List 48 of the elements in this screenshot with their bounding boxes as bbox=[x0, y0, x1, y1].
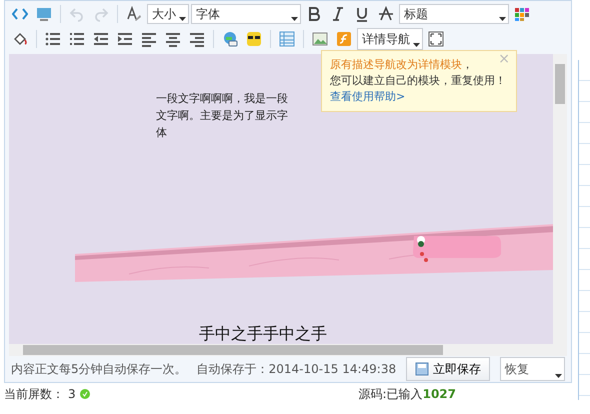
align-right-icon bbox=[189, 30, 205, 46]
help-link[interactable]: 查看使用帮助> bbox=[330, 90, 406, 103]
indent-icon bbox=[117, 30, 133, 46]
tooltip-text: 您可以建立自己的模块，重复使用！ bbox=[330, 73, 507, 89]
caret-icon bbox=[499, 16, 506, 20]
restore-select[interactable]: 恢复 bbox=[500, 357, 565, 381]
autosave-time: 自动保存于：2014-10-15 14:49:38 bbox=[196, 361, 396, 378]
bullet-list-icon bbox=[45, 30, 61, 46]
align-left-icon bbox=[141, 30, 157, 46]
sunglasses-face-icon bbox=[246, 30, 262, 46]
strikethrough-icon bbox=[378, 6, 394, 22]
dropdown-select[interactable]: 大小 bbox=[147, 4, 189, 24]
caret-icon bbox=[291, 16, 298, 20]
align-center-icon bbox=[165, 30, 181, 46]
underline-icon bbox=[354, 6, 370, 22]
caret-icon bbox=[555, 374, 562, 378]
autosave-note: 内容正文每5分钟自动保存一次。 bbox=[11, 361, 187, 378]
source-count: 1027 bbox=[422, 386, 456, 403]
code-icon bbox=[12, 6, 28, 22]
heading-text: 手中之手手中之手 bbox=[199, 323, 327, 344]
screen-count-label: 当前屏数： bbox=[4, 386, 64, 403]
format-brush-icon bbox=[126, 6, 142, 22]
paragraph-text: 一段文字啊啊啊，我是一段文字啊。主要是为了显示字体 bbox=[156, 91, 288, 141]
fullscreen-icon bbox=[428, 30, 444, 46]
undo-icon bbox=[69, 6, 85, 22]
dropdown-select[interactable]: 详情导航 bbox=[357, 28, 423, 50]
caret-icon bbox=[179, 16, 186, 20]
paint-bucket-icon bbox=[12, 30, 28, 46]
check-icon bbox=[80, 389, 90, 399]
caret-icon bbox=[413, 42, 420, 46]
color-grid-icon bbox=[514, 6, 530, 22]
globe-link-icon bbox=[222, 30, 238, 46]
italic-icon bbox=[330, 6, 346, 22]
redo-icon bbox=[93, 6, 109, 22]
save-now-button[interactable]: 立即保存 bbox=[406, 357, 490, 381]
screen-count: 3 bbox=[68, 386, 76, 403]
bold-icon bbox=[306, 6, 322, 22]
numbered-list-icon bbox=[69, 30, 85, 46]
source-count-label: 源码:已输入 bbox=[358, 386, 423, 403]
dropdown-select[interactable]: 字体 bbox=[191, 4, 301, 24]
monitor-icon bbox=[36, 6, 52, 22]
tooltip-title: 原有描述导航改为详情模块 bbox=[330, 58, 462, 71]
dropdown-select[interactable]: 标题 bbox=[399, 4, 509, 24]
image-icon bbox=[312, 30, 328, 46]
table-icon bbox=[279, 30, 295, 46]
outdent-icon bbox=[93, 30, 109, 46]
flash-icon bbox=[336, 30, 352, 46]
comma-text: ， bbox=[462, 58, 473, 71]
